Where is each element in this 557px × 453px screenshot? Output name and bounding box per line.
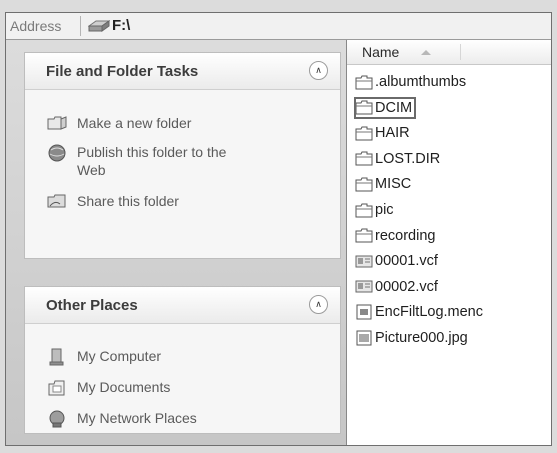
item-name: LOST.DIR	[375, 150, 441, 167]
item-name: EncFiltLog.menc	[375, 304, 483, 321]
vcard-icon	[355, 279, 373, 294]
folder-item[interactable]: MISC	[355, 174, 411, 194]
place-my-computer[interactable]: My Computer	[47, 347, 161, 366]
vcard-icon	[355, 254, 373, 269]
collapse-chevron-icon[interactable]: ∧	[309, 295, 328, 314]
item-name: recording	[375, 227, 436, 244]
item-name: MISC	[375, 176, 412, 193]
file-icon	[355, 304, 373, 320]
file-item[interactable]: EncFiltLog.menc	[355, 302, 483, 322]
folder-item[interactable]: recording	[355, 226, 435, 246]
share-folder-icon	[47, 194, 66, 208]
column-divider[interactable]	[460, 44, 461, 60]
file-item[interactable]: Picture000.jpg	[355, 328, 468, 348]
other-places-panel: Other Places ∧ My Computer My Documents …	[24, 286, 341, 434]
image-file-icon	[355, 330, 373, 346]
address-path[interactable]: F:\	[112, 17, 130, 34]
address-label: Address	[10, 18, 62, 34]
folder-icon	[355, 126, 373, 141]
folder-icon	[355, 203, 373, 218]
publish-web-icon	[48, 144, 66, 162]
address-divider	[80, 16, 81, 36]
task-publish-web[interactable]: Publish this folder to the Web	[47, 143, 226, 179]
folder-item[interactable]: pic	[355, 200, 394, 220]
folder-icon	[355, 177, 373, 192]
my-computer-icon	[49, 348, 64, 366]
item-name: Picture000.jpg	[375, 330, 468, 346]
column-header-label: Name	[362, 44, 400, 60]
drive-icon	[87, 19, 111, 38]
task-share-folder[interactable]: Share this folder	[47, 192, 179, 210]
folder-icon	[355, 151, 373, 166]
other-places-header[interactable]: Other Places ∧	[25, 287, 340, 324]
my-network-places-icon	[49, 410, 65, 428]
item-name: 00002.vcf	[375, 278, 438, 295]
file-folder-tasks-panel: File and Folder Tasks ∧ Make a new folde…	[24, 52, 341, 259]
folder-item[interactable]: DCIM	[353, 96, 417, 119]
file-list-pane: Name .albumthumbs DCIM HAIR LOST.DIR MISC pic…	[347, 40, 551, 445]
item-name: 00001.vcf	[375, 253, 438, 270]
panel-title: Other Places	[46, 297, 138, 314]
item-name: HAIR	[375, 125, 410, 142]
task-make-new-folder[interactable]: Make a new folder	[47, 114, 191, 132]
file-item[interactable]: 00001.vcf	[355, 251, 438, 271]
my-documents-icon	[48, 380, 65, 396]
task-pane: File and Folder Tasks ∧ Make a new folde…	[6, 40, 347, 445]
place-my-network[interactable]: My Network Places	[47, 409, 197, 428]
file-item[interactable]: 00002.vcf	[355, 277, 438, 297]
folder-item[interactable]: .albumthumbs	[355, 72, 466, 92]
sort-ascending-icon	[421, 50, 431, 55]
folder-item[interactable]: LOST.DIR	[355, 149, 440, 169]
folder-icon	[355, 75, 373, 90]
file-folder-tasks-header[interactable]: File and Folder Tasks ∧	[25, 53, 340, 90]
explorer-window: Address F:\ File and Folder Tasks ∧ Make…	[5, 12, 552, 446]
collapse-chevron-icon[interactable]: ∧	[309, 61, 328, 80]
folder-item[interactable]: HAIR	[355, 123, 410, 143]
folder-icon	[355, 100, 373, 115]
item-name: DCIM	[375, 99, 413, 116]
name-column-header[interactable]: Name	[347, 40, 551, 65]
panel-title: File and Folder Tasks	[46, 63, 199, 80]
item-name: pic	[375, 202, 394, 218]
address-bar: Address F:\	[6, 13, 551, 40]
item-name: .albumthumbs	[375, 74, 467, 90]
place-my-documents[interactable]: My Documents	[47, 378, 170, 397]
folder-icon	[355, 228, 373, 243]
new-folder-icon	[47, 116, 67, 130]
